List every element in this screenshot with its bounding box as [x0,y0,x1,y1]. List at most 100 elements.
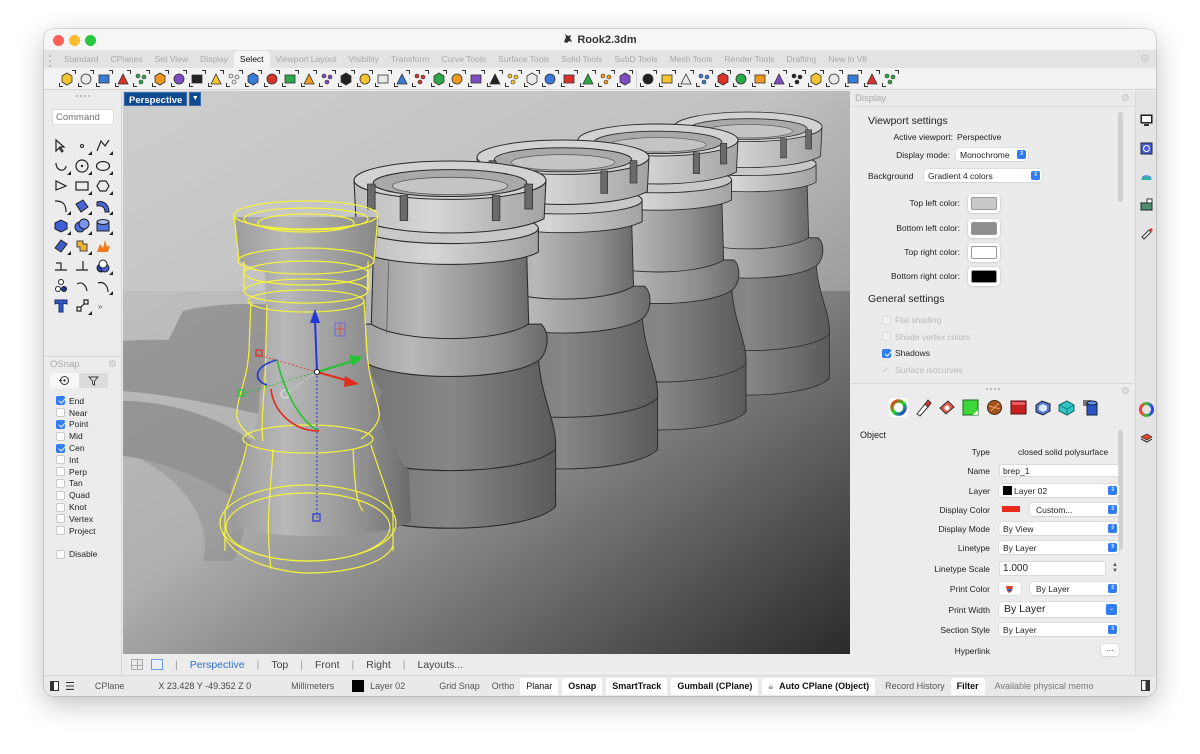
selection-filter-icon[interactable] [95,70,114,88]
osnap-checkbox[interactable] [56,490,65,500]
mesh-icon[interactable] [51,237,72,257]
select-point-clouds-icon[interactable] [77,70,96,88]
point-icon[interactable] [72,137,93,157]
toggle-sidebar-icon[interactable] [50,681,59,691]
tab-new-in-v8[interactable]: New in V8 [822,51,873,68]
select-loops-icon[interactable] [579,70,598,88]
osnap-int[interactable]: Int [56,454,97,466]
osnap-vertex[interactable]: Vertex [56,513,97,525]
object-color-icon[interactable] [889,398,908,417]
select-closed-curves-icon[interactable] [616,70,635,88]
tab-display[interactable]: Display [194,51,234,68]
toolbar-settings-gear-icon[interactable]: ⚙ [1140,54,1150,65]
general-shadows[interactable]: Shadows [882,348,930,358]
linetype-scale-input[interactable]: 1.000 [999,561,1106,576]
select-linked-icon[interactable] [863,70,882,88]
trim-icon[interactable] [51,257,72,277]
polyline-icon[interactable] [93,137,114,157]
ellipse-icon[interactable] [93,157,114,177]
display-color-swatch[interactable] [1002,506,1020,512]
select-subd-icon[interactable] [560,70,579,88]
surface-loft-icon[interactable] [93,197,114,217]
tab-solid-tools[interactable]: Solid Tools [555,51,608,68]
section-style-select[interactable]: By Layer ⇕ [999,623,1119,636]
select-polysurfaces-icon[interactable] [225,70,244,88]
select-hatches-icon[interactable] [374,70,393,88]
select-spheres-icon[interactable] [448,70,467,88]
texture-mapping-icon[interactable] [961,398,980,417]
tab-subd-tools[interactable]: SubD Tools [608,51,663,68]
select-duplicates-icon[interactable] [714,70,733,88]
object-display-mode-select[interactable]: By View ⇕ [999,522,1119,535]
osnap-quad[interactable]: Quad [56,489,97,501]
transform-icon[interactable] [72,297,93,317]
select-details-icon[interactable] [504,70,523,88]
select-blocks-icon[interactable] [207,70,226,88]
bottom-left-color-swatch[interactable] [968,219,1000,238]
osnap-checkbox[interactable] [56,419,65,429]
select-by-object-color-icon[interactable] [244,70,263,88]
select-cameras-icon[interactable] [486,70,505,88]
print-color-chip[interactable] [999,582,1021,595]
panel-grip[interactable] [75,95,90,97]
tab-select[interactable]: Select [233,51,270,68]
tab-standard[interactable]: Standard [58,51,105,68]
dock-sun-button[interactable] [1139,225,1154,240]
osnap-checkbox[interactable] [56,514,65,524]
view-tab-top[interactable]: Top [271,659,288,671]
select-open-polysurfaces-icon[interactable] [318,70,337,88]
select-point-cloud-points-icon[interactable] [300,70,319,88]
display-color-select[interactable]: Custom... ⇕ [1030,503,1119,516]
osnap-cen[interactable]: Cen [56,442,97,454]
select-trimmed-surfaces-icon[interactable] [541,70,560,88]
select-points-icon[interactable] [58,70,77,88]
cleanup-icon[interactable] [1057,398,1076,417]
osnap-disable-checkbox[interactable] [56,549,65,559]
auto-cplane-toggle[interactable]: 🔒︎ Auto CPlane (Object) [762,677,876,695]
osnap-tab-persistent[interactable] [50,373,79,388]
fillet-curve-icon[interactable] [51,197,72,217]
osnap-checkbox[interactable] [56,396,65,406]
tab-cplanes[interactable]: CPlanes [105,51,149,68]
osnap-checkbox[interactable] [56,467,65,477]
select-curves-icon[interactable] [393,70,412,88]
osnap-checkbox[interactable] [56,408,65,418]
display-mode-select[interactable]: Monochrome ⇕ [956,148,1028,161]
select-lights-icon[interactable] [188,70,207,88]
command-input[interactable] [52,109,114,125]
tab-curve-tools[interactable]: Curve Tools [435,51,492,68]
dock-layers-button[interactable] [1139,431,1154,446]
box-icon[interactable] [51,217,72,237]
print-color-select[interactable]: By Layer ⇕ [1030,582,1119,595]
record-history-toggle[interactable]: Record History [879,681,951,691]
select-arrow-icon[interactable] [51,137,72,157]
osnap-checkbox[interactable] [56,526,65,536]
split-icon[interactable] [72,257,93,277]
osnap-knot[interactable]: Knot [56,501,97,513]
osnap-disable[interactable]: Disable [56,549,97,561]
dock-properties-button[interactable] [1139,402,1154,417]
select-chain-icon[interactable] [597,70,616,88]
circles-icon[interactable] [93,257,114,277]
select-last-icon[interactable] [170,70,189,88]
tab-set-view[interactable]: Set View [149,51,194,68]
view-tab-perspective[interactable]: Perspective [190,659,245,671]
osnap-tan[interactable]: Tan [56,478,97,490]
dock-ground-plane-button[interactable] [1139,197,1154,212]
view-tab-front[interactable]: Front [315,659,340,671]
boolean-union-icon[interactable] [72,217,93,237]
list-icon[interactable]: ☰ [65,680,75,693]
dock-environment-button[interactable] [1139,169,1154,184]
current-layer-button[interactable]: Layer 02 [364,681,411,691]
select-box-icon[interactable] [677,70,696,88]
object-display-icon[interactable] [1033,398,1052,417]
name-input[interactable]: brep_1 [999,464,1119,477]
osnap-checkbox[interactable] [56,443,65,453]
select-annotations-icon[interactable] [356,70,375,88]
select-by-layer-icon[interactable] [132,70,151,88]
osnap-checkbox[interactable] [56,478,65,488]
layer-select[interactable]: Layer 02 ⇕ [999,484,1119,497]
select-dims-icon[interactable] [337,70,356,88]
planar-toggle[interactable]: Planar [520,677,559,695]
select-groups-icon[interactable] [411,70,430,88]
